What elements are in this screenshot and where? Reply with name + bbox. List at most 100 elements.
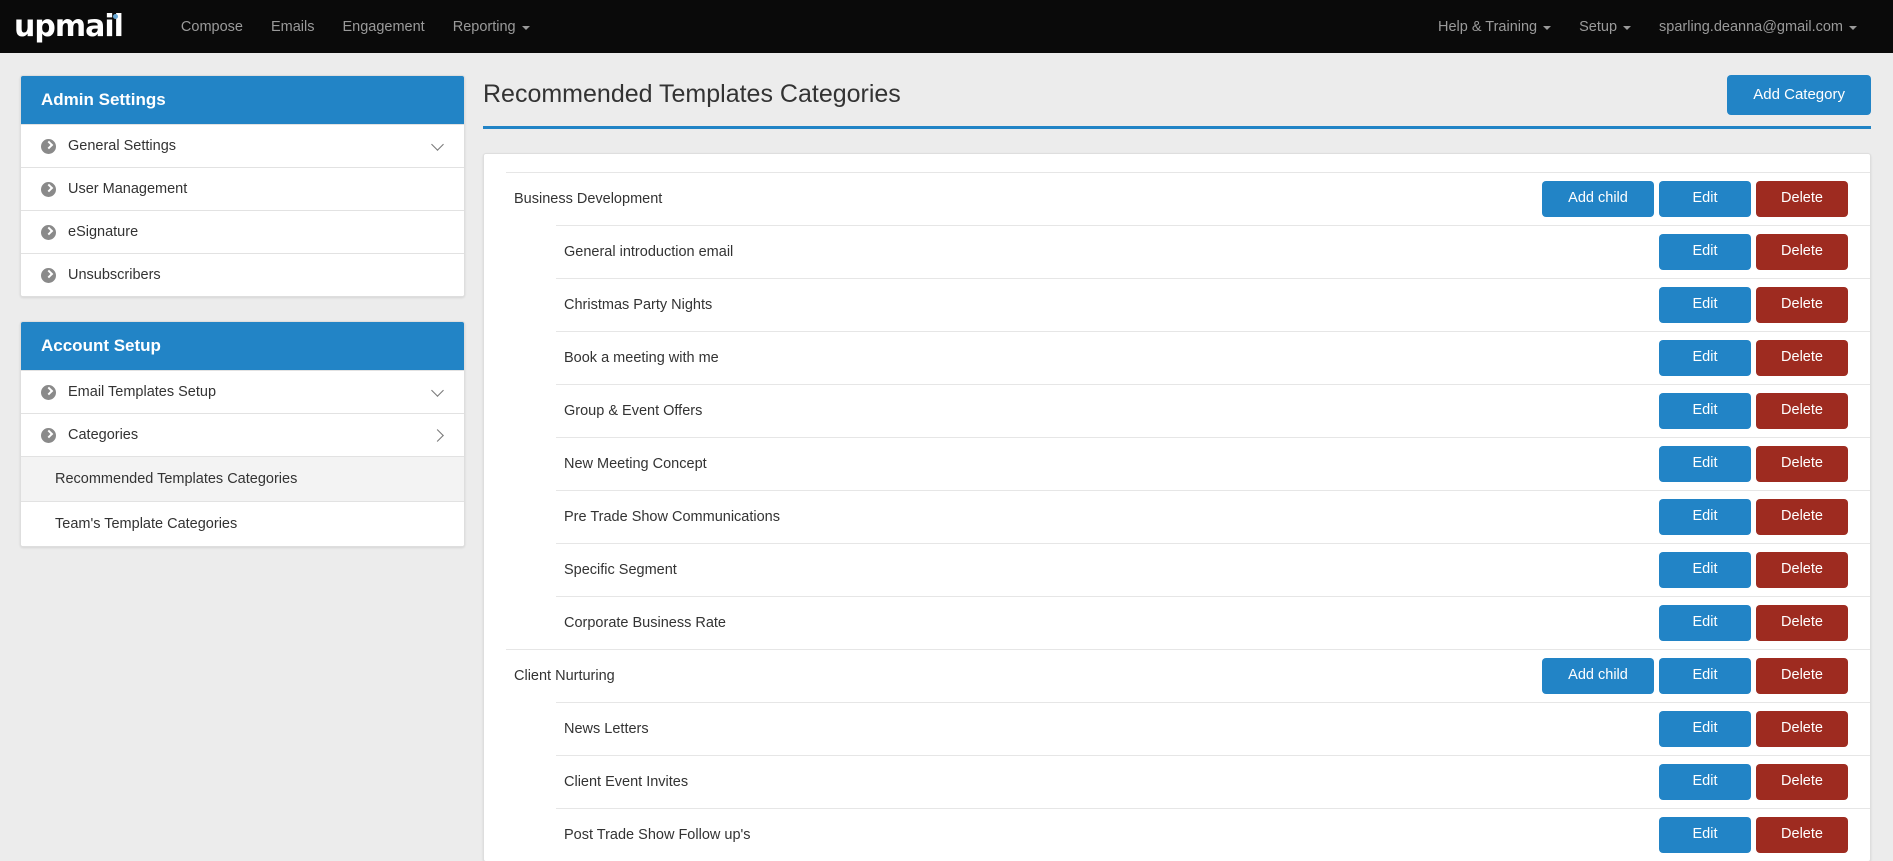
delete-button[interactable]: Delete <box>1756 658 1848 694</box>
arrow-circle-icon <box>41 224 56 240</box>
subcategory-row: New Meeting Concept Edit Delete <box>556 437 1870 490</box>
edit-button[interactable]: Edit <box>1659 181 1751 217</box>
category-actions: Add child Edit Delete <box>1542 658 1848 694</box>
nav-item-setup[interactable]: Setup <box>1565 11 1645 43</box>
delete-button[interactable]: Delete <box>1756 181 1848 217</box>
subcategory-row: News Letters Edit Delete <box>556 702 1870 755</box>
arrow-circle-icon <box>41 427 56 443</box>
delete-button[interactable]: Delete <box>1756 287 1848 323</box>
subcategory-row: Corporate Business Rate Edit Delete <box>556 596 1870 649</box>
sidebar-item-esignature[interactable]: eSignature <box>21 210 464 253</box>
subcategory-name: Christmas Party Nights <box>564 297 713 313</box>
delete-button[interactable]: Delete <box>1756 764 1848 800</box>
edit-button[interactable]: Edit <box>1659 658 1751 694</box>
nav-item-label: Emails <box>270 18 315 35</box>
edit-button[interactable]: Edit <box>1659 393 1751 429</box>
subcategory-actions: Edit Delete <box>1659 340 1848 376</box>
sidebar-item-unsubscribers[interactable]: Unsubscribers <box>21 253 464 296</box>
main-content: Recommended Templates Categories Add Cat… <box>465 75 1871 861</box>
add-child-button[interactable]: Add child <box>1542 658 1654 694</box>
delete-button[interactable]: Delete <box>1756 817 1848 853</box>
chevron-down-icon <box>1543 25 1552 30</box>
sidebar-item-categories[interactable]: Categories <box>21 413 464 456</box>
chevron-down-icon <box>521 25 530 30</box>
edit-button[interactable]: Edit <box>1659 764 1751 800</box>
category-name: Business Development <box>514 191 663 207</box>
subcategory-name: New Meeting Concept <box>564 456 707 472</box>
subcategory-name: Client Event Invites <box>564 774 689 790</box>
add-child-button[interactable]: Add child <box>1542 181 1654 217</box>
category-row: Client Nurturing Add child Edit Delete <box>506 649 1870 702</box>
delete-button[interactable]: Delete <box>1756 499 1848 535</box>
subcategory-row: Post Trade Show Follow up's Edit Delete <box>556 808 1870 861</box>
upmail-logo[interactable]: upmail <box>8 8 129 44</box>
sidebar-subitem-team-s-template-categories[interactable]: Team's Template Categories <box>21 501 464 546</box>
edit-button[interactable]: Edit <box>1659 711 1751 747</box>
edit-button[interactable]: Edit <box>1659 552 1751 588</box>
subcategory-name: Corporate Business Rate <box>564 615 726 631</box>
subcategory-actions: Edit Delete <box>1659 764 1848 800</box>
nav-item-label: Compose <box>180 18 243 35</box>
nav-item-emails[interactable]: Emails <box>257 11 329 43</box>
add-category-button[interactable]: Add Category <box>1727 75 1871 115</box>
subcategory-actions: Edit Delete <box>1659 552 1848 588</box>
edit-button[interactable]: Edit <box>1659 446 1751 482</box>
sidebar-item-user-management[interactable]: User Management <box>21 167 464 210</box>
edit-button[interactable]: Edit <box>1659 817 1751 853</box>
sidebar-item-label: Email Templates Setup <box>68 384 217 400</box>
navbar-left-menu: Compose Emails Engagement Reporting <box>167 11 544 43</box>
sidebar-item-general-settings[interactable]: General Settings <box>21 124 464 167</box>
nav-item-label: Reporting <box>452 18 516 35</box>
nav-item-compose[interactable]: Compose <box>167 11 257 43</box>
delete-button[interactable]: Delete <box>1756 552 1848 588</box>
sidebar-item-email-templates-setup[interactable]: Email Templates Setup <box>21 370 464 413</box>
sidebar: Admin Settings General Settings User Manag… <box>10 75 465 861</box>
arrow-circle-icon <box>41 138 56 154</box>
subcategory-name: Specific Segment <box>564 562 677 578</box>
chevron-right-icon <box>431 428 444 442</box>
edit-button[interactable]: Edit <box>1659 234 1751 270</box>
subcategory-row: Specific Segment Edit Delete <box>556 543 1870 596</box>
category-row: Business Development Add child Edit Delete <box>506 172 1870 225</box>
subcategory-actions: Edit Delete <box>1659 605 1848 641</box>
nav-item-engagement[interactable]: Engagement <box>328 11 438 43</box>
sidebar-item-label: eSignature <box>68 224 139 240</box>
nav-item-help-training[interactable]: Help & Training <box>1424 11 1565 43</box>
chevron-down-icon <box>431 137 444 151</box>
nav-item-reporting[interactable]: Reporting <box>439 11 544 43</box>
category-name: Client Nurturing <box>514 668 615 684</box>
subcategory-name: General introduction email <box>564 244 734 260</box>
delete-button[interactable]: Delete <box>1756 711 1848 747</box>
nav-item-sparling-deanna-gmail-com[interactable]: sparling.deanna@gmail.com <box>1645 11 1871 43</box>
chevron-down-icon <box>1849 25 1857 30</box>
main-header: Recommended Templates Categories Add Cat… <box>483 75 1871 129</box>
nav-item-label: Setup <box>1579 18 1618 35</box>
delete-button[interactable]: Delete <box>1756 446 1848 482</box>
edit-button[interactable]: Edit <box>1659 499 1751 535</box>
delete-button[interactable]: Delete <box>1756 340 1848 376</box>
subcategory-actions: Edit Delete <box>1659 287 1848 323</box>
category-actions: Add child Edit Delete <box>1542 181 1848 217</box>
delete-button[interactable]: Delete <box>1756 393 1848 429</box>
edit-button[interactable]: Edit <box>1659 287 1751 323</box>
page-title: Recommended Templates Categories <box>483 80 901 108</box>
subcategory-actions: Edit Delete <box>1659 499 1848 535</box>
arrow-circle-icon <box>41 181 56 197</box>
sidebar-subitem-recommended-templates-categories[interactable]: Recommended Templates Categories <box>21 456 464 501</box>
subcategory-row: Client Event Invites Edit Delete <box>556 755 1870 808</box>
sidebar-panel-account-setup: Account Setup Email Templates Setup Catego… <box>20 321 465 547</box>
sidebar-item-label: Categories <box>68 427 139 443</box>
edit-button[interactable]: Edit <box>1659 605 1751 641</box>
edit-button[interactable]: Edit <box>1659 340 1751 376</box>
subcategory-row: Christmas Party Nights Edit Delete <box>556 278 1870 331</box>
logo-text: upmail <box>14 8 124 44</box>
subcategory-row: Book a meeting with me Edit Delete <box>556 331 1870 384</box>
subcategory-name: Group & Event Offers <box>564 403 703 419</box>
subcategory-actions: Edit Delete <box>1659 393 1848 429</box>
subcategory-row: General introduction email Edit Delete <box>556 225 1870 278</box>
subcategory-actions: Edit Delete <box>1659 446 1848 482</box>
delete-button[interactable]: Delete <box>1756 605 1848 641</box>
nav-item-label: sparling.deanna@gmail.com <box>1659 18 1843 35</box>
delete-button[interactable]: Delete <box>1756 234 1848 270</box>
subcategory-name: Pre Trade Show Communications <box>564 509 780 525</box>
